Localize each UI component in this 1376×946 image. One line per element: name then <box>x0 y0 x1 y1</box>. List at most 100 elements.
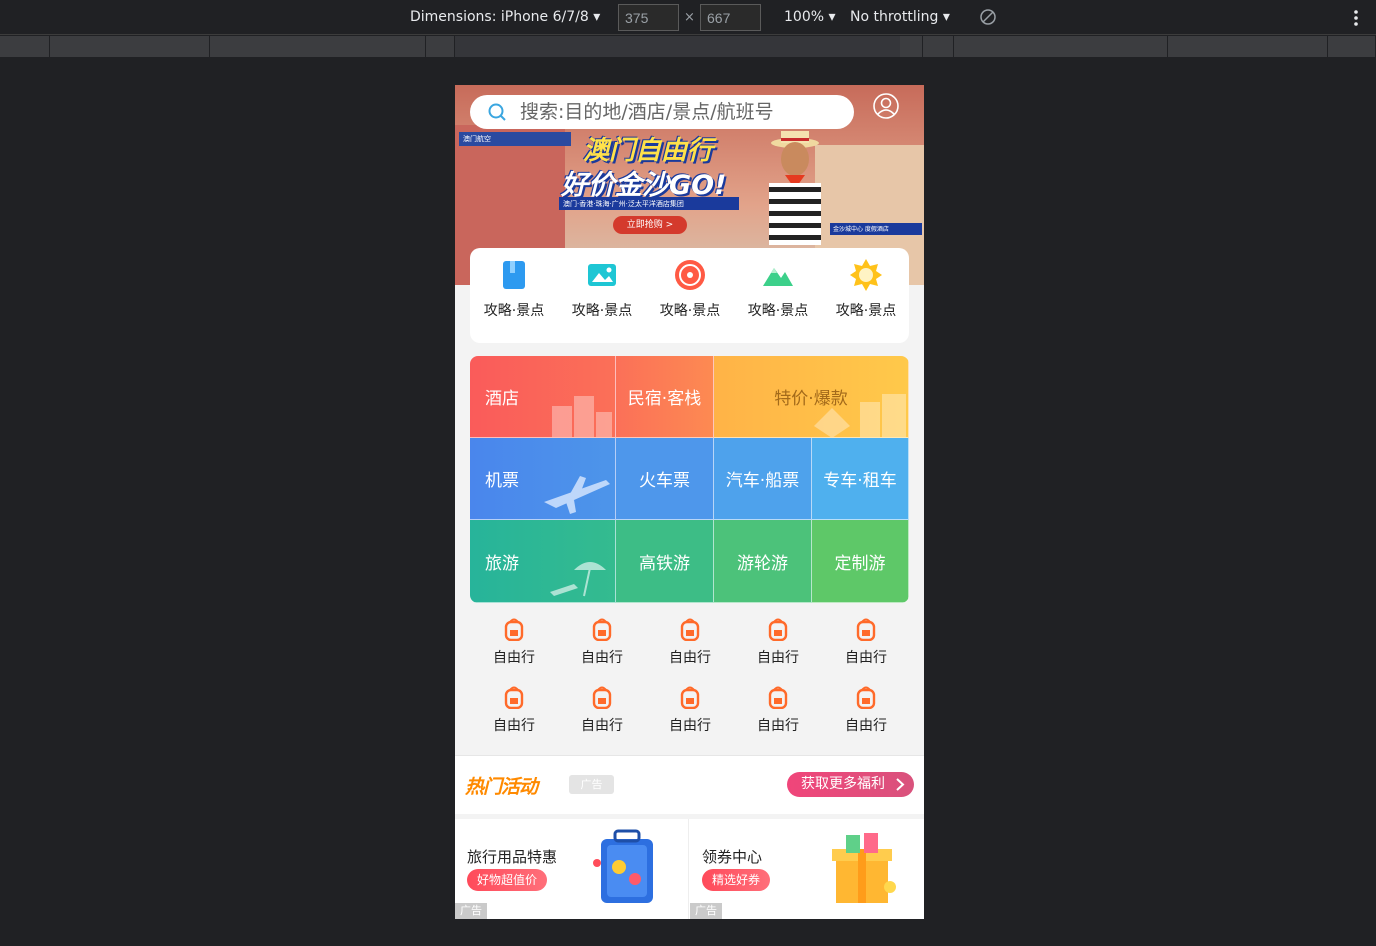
mini-entry[interactable]: 自由行 <box>470 613 558 673</box>
mini-entry-label: 自由行 <box>845 718 887 734</box>
banner-cta-button[interactable]: 立即抢购 > <box>613 216 687 234</box>
search-icon <box>488 103 506 121</box>
backpack-icon <box>592 686 612 709</box>
dimensions-label: Dimensions: iPhone 6/7/8 <box>410 9 589 25</box>
media-query-ruler <box>0 36 1376 57</box>
search-bar[interactable] <box>470 95 854 129</box>
mini-entry-label: 自由行 <box>581 718 623 734</box>
mini-entry[interactable]: 自由行 <box>822 613 910 673</box>
backpack-icon <box>768 618 788 641</box>
grid-cruise-tour[interactable]: 游轮游 <box>714 520 812 603</box>
ruler-segment[interactable] <box>455 36 924 57</box>
zoom-dropdown[interactable]: 100% ▾ <box>784 9 836 25</box>
hot-activities-title: 热门活动 <box>465 776 538 798</box>
quick-entry-2[interactable]: 攻略·景点 <box>558 258 646 338</box>
picture-icon <box>588 264 616 286</box>
caret-down-icon: ▾ <box>828 9 836 25</box>
sun-badge-icon <box>850 259 882 291</box>
more-vertical-icon[interactable] <box>1348 8 1364 28</box>
backpack-icon <box>680 686 700 709</box>
promo-card-tag: 精选好券 <box>702 869 771 891</box>
promo-card-travel-goods[interactable]: 旅行用品特惠 好物超值价 广告 <box>455 819 689 919</box>
mini-entry[interactable]: 自由行 <box>558 613 646 673</box>
quick-entry-4[interactable]: 攻略·景点 <box>734 258 822 338</box>
banner-title-line1: 澳门自由行 <box>583 136 714 166</box>
throttling-dropdown[interactable]: No throttling ▾ <box>850 9 950 25</box>
ruler-segment[interactable] <box>50 36 210 57</box>
user-icon[interactable] <box>872 92 900 120</box>
grid-high-speed-rail-tour-label: 高铁游 <box>639 553 690 574</box>
width-input[interactable] <box>618 4 679 31</box>
backpack-icon <box>504 686 524 709</box>
building-icon <box>552 396 612 437</box>
zoom-label: 100% <box>784 9 825 25</box>
ruler-segment[interactable] <box>426 36 455 57</box>
mini-entry-grid: 自由行 自由行 自由行 自由行 自由行 自由行 自由行 自由行 自由行 自由行 <box>470 613 909 749</box>
more-benefits-label: 获取更多福利 <box>801 776 885 792</box>
grid-custom-tour-label: 定制游 <box>834 553 886 574</box>
quick-entry-label: 攻略·景点 <box>747 303 809 319</box>
mini-entry[interactable]: 自由行 <box>470 681 558 741</box>
mini-entry-label: 自由行 <box>669 650 711 666</box>
mini-entry-label: 自由行 <box>493 718 535 734</box>
banner-corner-tag: 金沙城中心 度假酒店 <box>830 223 922 235</box>
mini-entry-label: 自由行 <box>757 650 799 666</box>
ruler-segment[interactable] <box>900 36 923 57</box>
quick-entry-1[interactable]: 攻略·景点 <box>470 258 558 338</box>
grid-special-deals-label: 特价·爆款 <box>774 389 848 409</box>
mini-entry[interactable]: 自由行 <box>558 681 646 741</box>
mini-entry[interactable]: 自由行 <box>734 681 822 741</box>
mini-entry-label: 自由行 <box>669 718 711 734</box>
banner-logo: 澳门航空 <box>459 132 571 146</box>
grid-train-ticket[interactable]: 火车票 <box>616 438 714 520</box>
grid-car-rental[interactable]: 专车·租车 <box>812 438 909 520</box>
more-benefits-button[interactable]: 获取更多福利 <box>787 772 914 797</box>
grid-special-deals[interactable]: 特价·爆款 <box>714 356 909 438</box>
grid-flight[interactable]: 机票 <box>470 438 616 520</box>
ruler-segment[interactable] <box>954 36 1168 57</box>
grid-train-ticket-label: 火车票 <box>639 471 690 491</box>
ruler-segment[interactable] <box>0 36 50 57</box>
rotate-icon[interactable] <box>980 9 996 25</box>
promo-card-title: 领券中心 <box>702 848 763 866</box>
grid-cruise-tour-label: 游轮游 <box>737 553 788 574</box>
promo-card-coupon-center[interactable]: 领券中心 精选好券 广告 <box>690 819 924 919</box>
quick-entry-label: 攻略·景点 <box>835 303 897 319</box>
grid-homestay[interactable]: 民宿·客栈 <box>616 356 714 438</box>
backpack-icon <box>856 686 876 709</box>
promo-cards: 旅行用品特惠 好物超值价 广告 领券中心 精选好券 广告 <box>455 819 924 919</box>
mini-entry[interactable]: 自由行 <box>646 613 734 673</box>
search-input[interactable] <box>520 100 840 124</box>
chevron-right-icon <box>896 778 905 791</box>
mini-entry[interactable]: 自由行 <box>734 613 822 673</box>
quick-entry-5[interactable]: 攻略·景点 <box>822 258 910 338</box>
ruler-segment[interactable] <box>1328 36 1376 57</box>
ad-label: 广告 <box>455 903 487 919</box>
mini-entry[interactable]: 自由行 <box>822 681 910 741</box>
gift-box-illustration <box>832 833 896 903</box>
ruler-segment[interactable] <box>923 36 954 57</box>
banner-subtitle: 澳门·香港·珠海·广州·泛太平洋酒店集团 <box>559 197 739 210</box>
grid-high-speed-rail-tour[interactable]: 高铁游 <box>616 520 714 603</box>
ad-badge: 广告 <box>569 775 614 794</box>
backpack-icon <box>680 618 700 641</box>
ruler-segment[interactable] <box>210 36 426 57</box>
ruler-segment[interactable] <box>1168 36 1328 57</box>
caret-down-icon: ▾ <box>942 9 950 25</box>
mini-entry[interactable]: 自由行 <box>646 681 734 741</box>
quick-entry-3[interactable]: 攻略·景点 <box>646 258 734 338</box>
airplane-icon <box>544 476 610 514</box>
banner-person-illustration <box>769 131 821 245</box>
dimensions-dropdown[interactable]: Dimensions: iPhone 6/7/8 ▾ <box>410 9 600 25</box>
red-badge-icon <box>675 260 705 290</box>
grid-bus-ship-ticket[interactable]: 汽车·船票 <box>714 438 812 520</box>
service-grid: 酒店 民宿·客栈 特价·爆款 机票 火车票 汽车·船票 专车·租车 旅游 高铁游… <box>470 356 909 603</box>
grid-hotel[interactable]: 酒店 <box>470 356 616 438</box>
mini-entry-label: 自由行 <box>845 650 887 666</box>
ad-label: 广告 <box>690 903 722 919</box>
height-input[interactable] <box>700 4 761 31</box>
grid-tour-label: 旅游 <box>485 553 519 574</box>
grid-tour[interactable]: 旅游 <box>470 520 616 603</box>
grid-custom-tour[interactable]: 定制游 <box>812 520 909 603</box>
hot-activities-header: 热门活动 广告 获取更多福利 <box>455 755 924 814</box>
